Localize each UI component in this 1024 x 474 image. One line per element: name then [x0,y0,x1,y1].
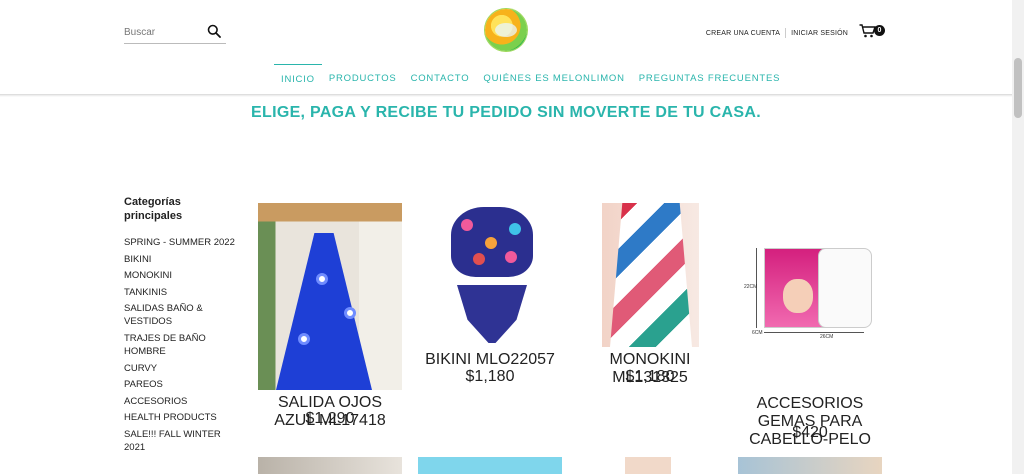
dress-shape [276,233,372,390]
cart-button[interactable]: 0 [859,24,887,40]
dimension-label: 22CM [744,284,758,290]
eye-print [316,273,328,285]
dimension-line [764,332,864,333]
main-nav: INICIO PRODUCTOS CONTACTO QUIÉNES ES MEL… [0,64,1012,95]
category-link[interactable]: PAREOS [124,378,236,391]
nav-item-contacto[interactable]: CONTACTO [404,64,477,94]
product-image-bikini[interactable] [443,203,539,347]
bikini-top [451,207,533,277]
category-link[interactable]: HEALTH PRODUCTS [124,411,236,424]
nav-shadow [0,94,1012,97]
nav-item-productos[interactable]: PRODUCTOS [322,64,404,94]
product-thumbnail[interactable] [418,457,562,474]
category-link[interactable]: TANKINIS [124,286,236,299]
nav-item-preguntas[interactable]: PREGUNTAS FRECUENTES [632,64,787,94]
search-icon[interactable] [207,24,221,38]
categories-title: Categorías principales [124,196,183,222]
login-link[interactable]: INICIAR SESIÓN [791,30,848,37]
nav-label: PREGUNTAS FRECUENTES [638,73,781,84]
product-image-salida[interactable] [258,203,402,390]
category-link[interactable]: ACCESORIOS [124,395,236,408]
bikini-bottom [457,285,527,343]
cart-count-badge: 0 [874,25,885,36]
search-box [124,22,226,44]
nav-label: CONTACTO [410,73,470,84]
product-thumbnail[interactable] [625,457,671,474]
category-link[interactable]: SALIDAS BAÑO & VESTIDOS [124,302,236,328]
categories-list: SPRING - SUMMER 2022 BIKINI MONOKINI TAN… [124,236,236,458]
nav-item-quienes[interactable]: QUIÉNES ES MELONLIMON [476,64,631,94]
dimension-label: 26CM [820,334,834,340]
scrollbar[interactable] [1012,0,1024,474]
product-thumbnail[interactable] [738,457,882,474]
package-face [783,279,813,313]
account-links: CREAR UNA CUENTA INICIAR SESIÓN [706,28,848,38]
page: CREAR UNA CUENTA INICIAR SESIÓN 0 INICIO… [0,0,1024,474]
gem-case [818,248,872,328]
nav-label: QUIÉNES ES MELONLIMON [483,73,625,84]
nav-label: INICIO [281,74,315,85]
category-link[interactable]: MONOKINI [124,269,236,282]
logo-highlight [495,23,517,37]
search-input[interactable] [124,24,204,38]
product-image-accesorios[interactable]: 22CM 6CM 26CM [738,228,882,346]
nav-label: PRODUCTOS [328,73,397,84]
product-price: $1,180 [625,368,675,385]
nav-item-inicio[interactable]: INICIO [274,64,322,94]
product-price: $1,290 [305,410,355,427]
product-price: $1,180 [465,368,515,385]
product-name[interactable]: BIKINI MLO22057 [418,351,562,369]
category-link[interactable]: BIKINI [124,253,236,266]
product-price: $420 [792,424,828,441]
create-account-link[interactable]: CREAR UNA CUENTA [706,30,780,37]
category-link[interactable]: SPRING - SUMMER 2022 [124,236,236,249]
product-image-monokini[interactable] [602,203,699,347]
eye-print [344,307,356,319]
dimension-label: 6CM [752,330,763,336]
promo-banner: ELIGE, PAGA Y RECIBE TU PEDIDO SIN MOVER… [251,104,761,121]
category-link[interactable]: TRAJES DE BAÑO HOMBRE [124,332,236,358]
scrollbar-thumb[interactable] [1014,58,1022,118]
logo[interactable] [485,9,527,51]
monokini-shape [610,203,692,347]
product-thumbnail[interactable] [258,457,402,474]
category-link[interactable]: SALE!!! FALL WINTER 2021 [124,428,236,454]
category-link[interactable]: CURVY [124,362,236,375]
eye-print [298,333,310,345]
divider [785,28,787,38]
